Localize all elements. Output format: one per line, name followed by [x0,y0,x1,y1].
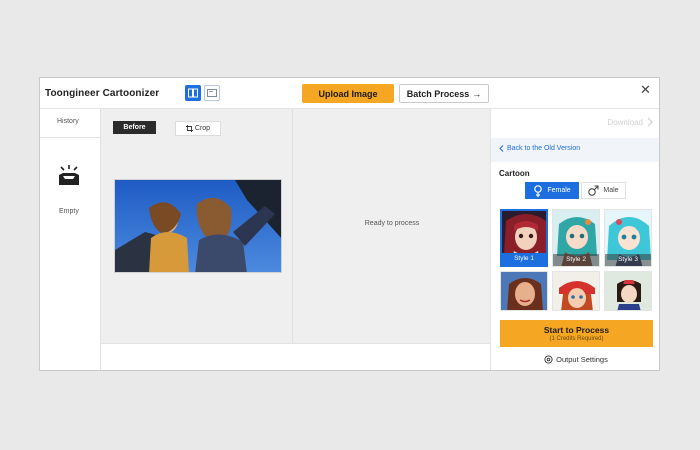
female-icon [534,184,543,197]
section-title: Cartoon [499,169,530,178]
app-title: Toongineer Cartoonizer [45,88,160,99]
before-pane: Before Crop [101,109,293,343]
gear-icon [544,355,553,364]
credits-required-label: (1 Credits Required) [549,336,604,342]
style-card-4[interactable] [500,271,548,311]
close-icon[interactable]: ✕ [640,83,651,96]
history-panel: History Empty [40,109,101,370]
style-6-thumbnail [605,272,651,310]
download-button[interactable]: Download [607,117,653,127]
male-icon [588,185,599,196]
download-label: Download [607,117,643,127]
settings-panel: Download Back to the Old Version Cartoon… [490,109,659,370]
ready-label: Ready to process [364,220,420,227]
batch-process-label: Batch Process [406,88,470,99]
crop-icon [185,125,193,132]
empty-tray-icon [59,165,79,185]
old-version-label: Back to the Old Version [507,145,581,152]
history-label[interactable]: History [57,118,79,125]
style-card-6[interactable] [604,271,652,311]
crop-label: Crop [194,125,211,132]
male-label: Male [603,187,619,194]
female-label: Female [547,187,571,194]
single-view-button[interactable] [204,85,220,101]
history-divider [40,137,100,138]
old-version-bar: Back to the Old Version [491,138,659,162]
empty-label: Empty [59,208,79,215]
start-process-button[interactable]: Start to Process (1 Credits Required) [500,320,653,347]
style-label: Style 2 [553,254,599,266]
single-view-icon [207,89,217,97]
bottom-strip [101,343,490,370]
start-process-label: Start to Process [543,325,610,335]
top-bar: Toongineer Cartoonizer Upload Image Batc… [40,78,659,109]
gender-male-button[interactable]: Male [581,182,626,199]
arrow-right-icon: → [472,88,482,99]
split-view-icon [188,88,198,98]
output-settings-button[interactable]: Output Settings [491,355,659,364]
style-label: Style 1 [502,253,546,265]
batch-process-button[interactable]: Batch Process → [399,84,489,103]
view-mode-toggle [185,85,220,101]
upload-image-button[interactable]: Upload Image [302,84,394,103]
old-version-link[interactable]: Back to the Old Version [499,145,580,152]
canvas-area: Before Crop Ready to process [101,109,490,343]
crop-button[interactable]: Crop [175,121,221,136]
chevron-right-icon [647,117,653,127]
style-card-1[interactable]: Style 1 [500,209,548,267]
split-view-button[interactable] [185,85,201,101]
uploaded-photo [114,179,282,273]
before-badge: Before [113,121,156,134]
style-4-thumbnail [501,272,547,310]
style-grid: Style 1 Style 2 Style 3 [500,209,653,311]
after-pane: Ready to process [294,109,490,343]
gender-female-button[interactable]: Female [525,182,579,199]
style-card-2[interactable]: Style 2 [552,209,600,267]
style-card-3[interactable]: Style 3 [604,209,652,267]
style-5-thumbnail [553,272,599,310]
chevron-left-icon [499,145,504,152]
style-card-5[interactable] [552,271,600,311]
photo-image [115,180,281,272]
app-window: Toongineer Cartoonizer Upload Image Batc… [39,77,660,371]
output-settings-label: Output Settings [556,355,608,364]
style-label: Style 3 [605,254,651,266]
